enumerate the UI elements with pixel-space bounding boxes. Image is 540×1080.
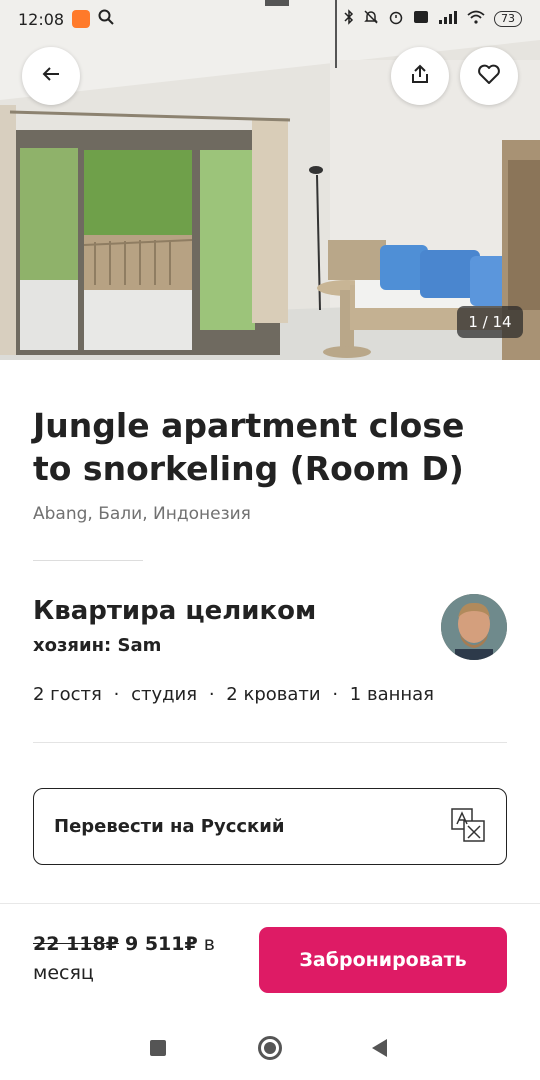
separator-dot: · xyxy=(113,684,120,705)
price-old: 22 118₽ xyxy=(33,933,119,955)
listing-photo[interactable] xyxy=(0,0,540,360)
signal-icon xyxy=(438,10,458,28)
translate-label: Перевести на Русский xyxy=(54,816,285,837)
price-new: 9 511₽ xyxy=(124,933,198,955)
heart-icon xyxy=(477,63,501,89)
search-icon xyxy=(98,9,114,29)
home-button[interactable] xyxy=(258,1036,282,1060)
separator-dot: · xyxy=(332,684,339,705)
separator-dot: · xyxy=(208,684,215,705)
book-button[interactable]: Забронировать xyxy=(259,927,507,993)
recent-apps-button[interactable] xyxy=(150,1040,166,1056)
photo-counter: 1 / 14 xyxy=(457,306,523,338)
listing-type: Квартира целиком xyxy=(33,596,317,626)
baths-count: 1 ванная xyxy=(349,684,435,705)
divider xyxy=(33,560,143,561)
alarm-off-icon xyxy=(363,9,379,29)
back-button[interactable] xyxy=(22,47,80,105)
alarm-icon xyxy=(388,9,404,29)
share-button[interactable] xyxy=(391,47,449,105)
listing-location[interactable]: Abang, Бали, Индонезия xyxy=(33,504,251,524)
guests-count: 2 гостя xyxy=(33,684,102,705)
status-bar: 12:08 73 xyxy=(0,0,540,38)
favorite-button[interactable] xyxy=(460,47,518,105)
host-avatar[interactable] xyxy=(441,594,507,660)
host-name: хозяин: Sam xyxy=(33,635,162,656)
battery-icon: 73 xyxy=(494,11,522,27)
wifi-icon xyxy=(467,10,485,28)
translate-button[interactable]: Перевести на Русский xyxy=(33,788,507,865)
listing-title: Jungle apartment close to snorkeling (Ro… xyxy=(33,406,465,488)
status-time: 12:08 xyxy=(18,9,65,29)
price-info: 22 118₽ 9 511₽ в месяц xyxy=(33,930,243,988)
volte-icon xyxy=(413,9,429,29)
divider xyxy=(33,742,507,743)
host-avatar-image xyxy=(441,594,507,660)
bluetooth-icon xyxy=(344,9,354,29)
listing-details: 2 гостя · студия · 2 кровати · 1 ванная xyxy=(33,684,434,705)
beds-count: 2 кровати xyxy=(226,684,321,705)
system-back-button[interactable] xyxy=(372,1039,387,1057)
arrow-left-icon xyxy=(41,64,61,88)
room-type: студия xyxy=(131,684,198,705)
status-icons: 73 xyxy=(344,9,522,29)
app-notification-icon xyxy=(72,10,91,28)
room-photo-image xyxy=(0,0,540,360)
translate-icon xyxy=(450,807,486,847)
share-icon xyxy=(409,63,431,89)
